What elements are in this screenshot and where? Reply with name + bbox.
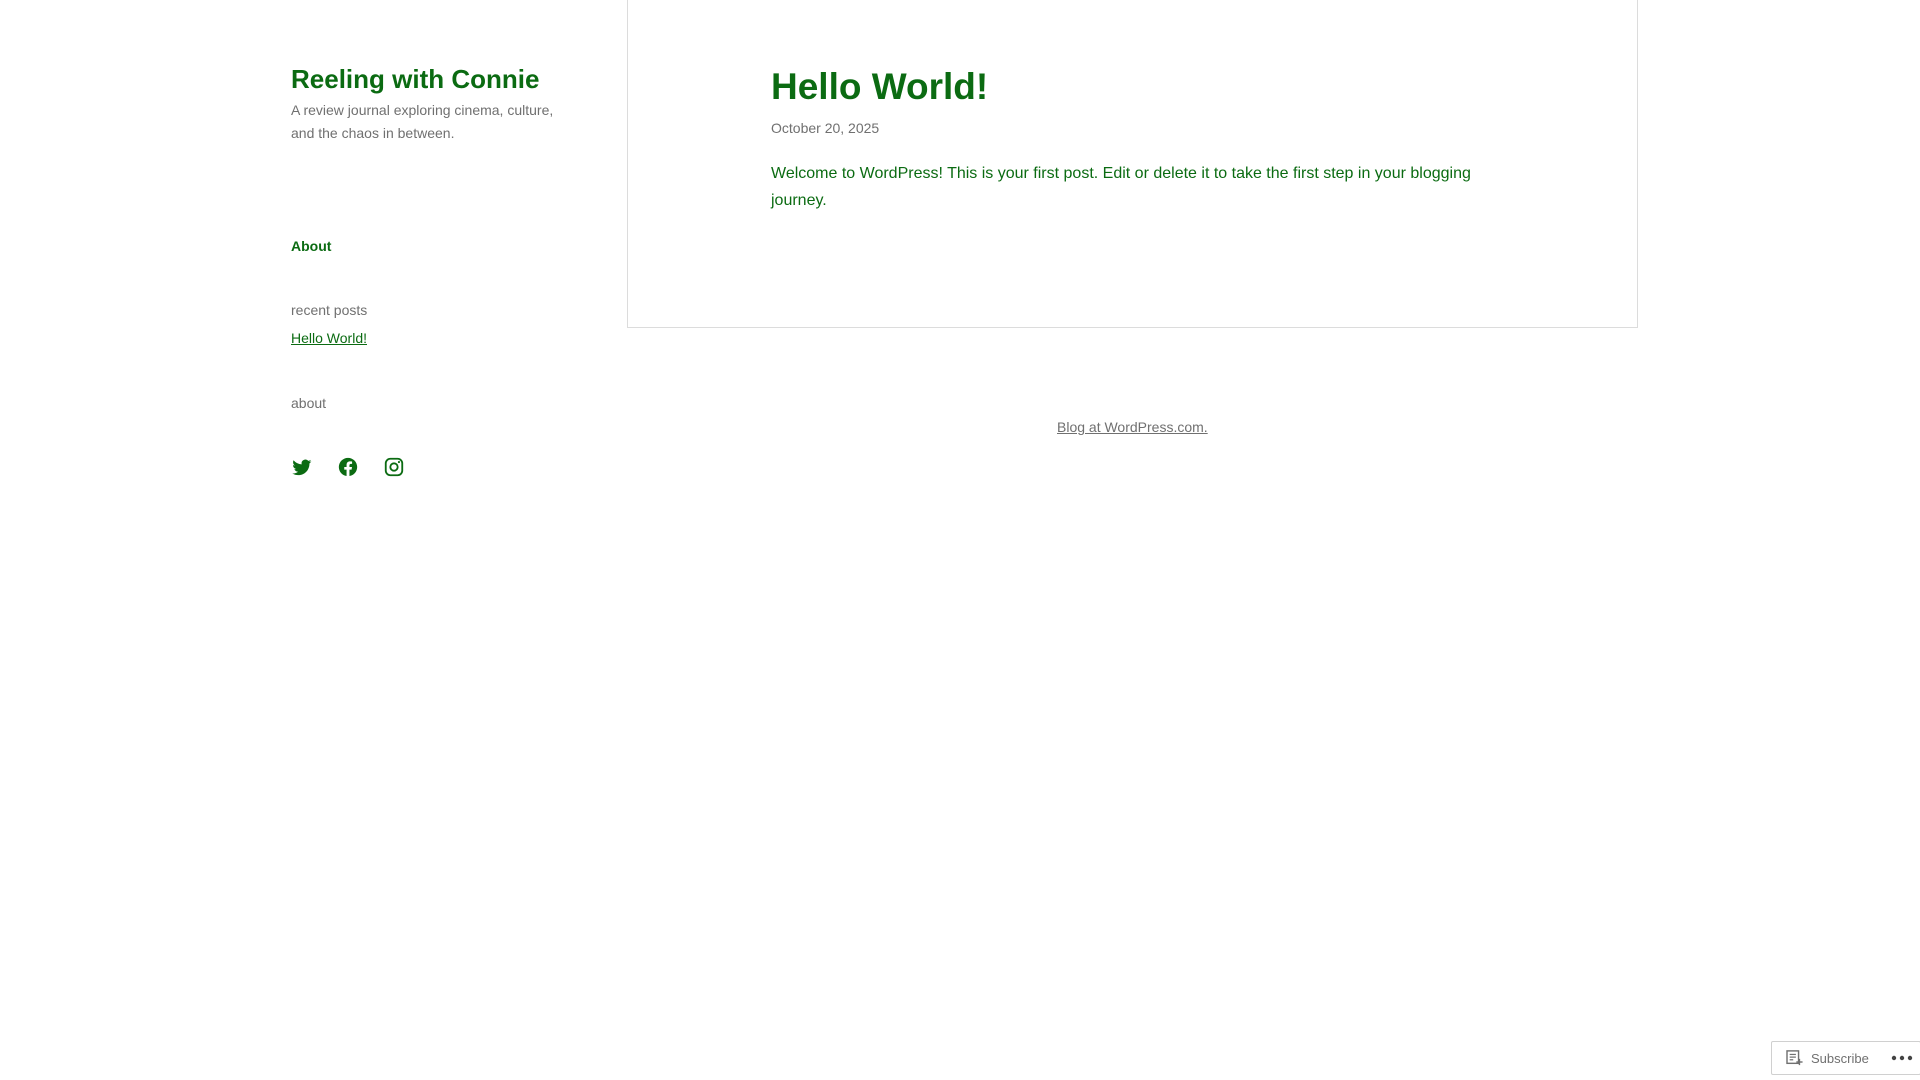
actionbar: Subscribe [1771,1041,1920,1075]
post-title[interactable]: Hello World! [771,64,988,110]
twitter-icon[interactable] [291,456,313,478]
nav-item-about[interactable]: About [291,237,331,255]
recent-posts-title: recent posts [291,302,368,318]
site-title[interactable]: Reeling with Connie [291,62,539,96]
post-body: Welcome to WordPress! This is your first… [771,165,1471,209]
more-options-icon[interactable] [1891,1055,1913,1061]
instagram-icon[interactable] [383,456,405,478]
subscribe-button[interactable]: Subscribe [1811,1051,1869,1066]
facebook-icon[interactable] [337,456,359,478]
post-card: Hello World! October 20, 2025 Welcome to… [627,0,1638,328]
social-links [291,456,405,478]
footer-credit-link[interactable]: Blog at WordPress.com. [1057,418,1208,436]
site-description: A review journal exploring cinema, cultu… [291,102,554,141]
post-date[interactable]: October 20, 2025 [771,119,879,137]
subscribe-icon[interactable] [1786,1050,1804,1066]
about-widget-title: about [291,395,327,411]
recent-post-link[interactable]: Hello World! [291,329,367,347]
